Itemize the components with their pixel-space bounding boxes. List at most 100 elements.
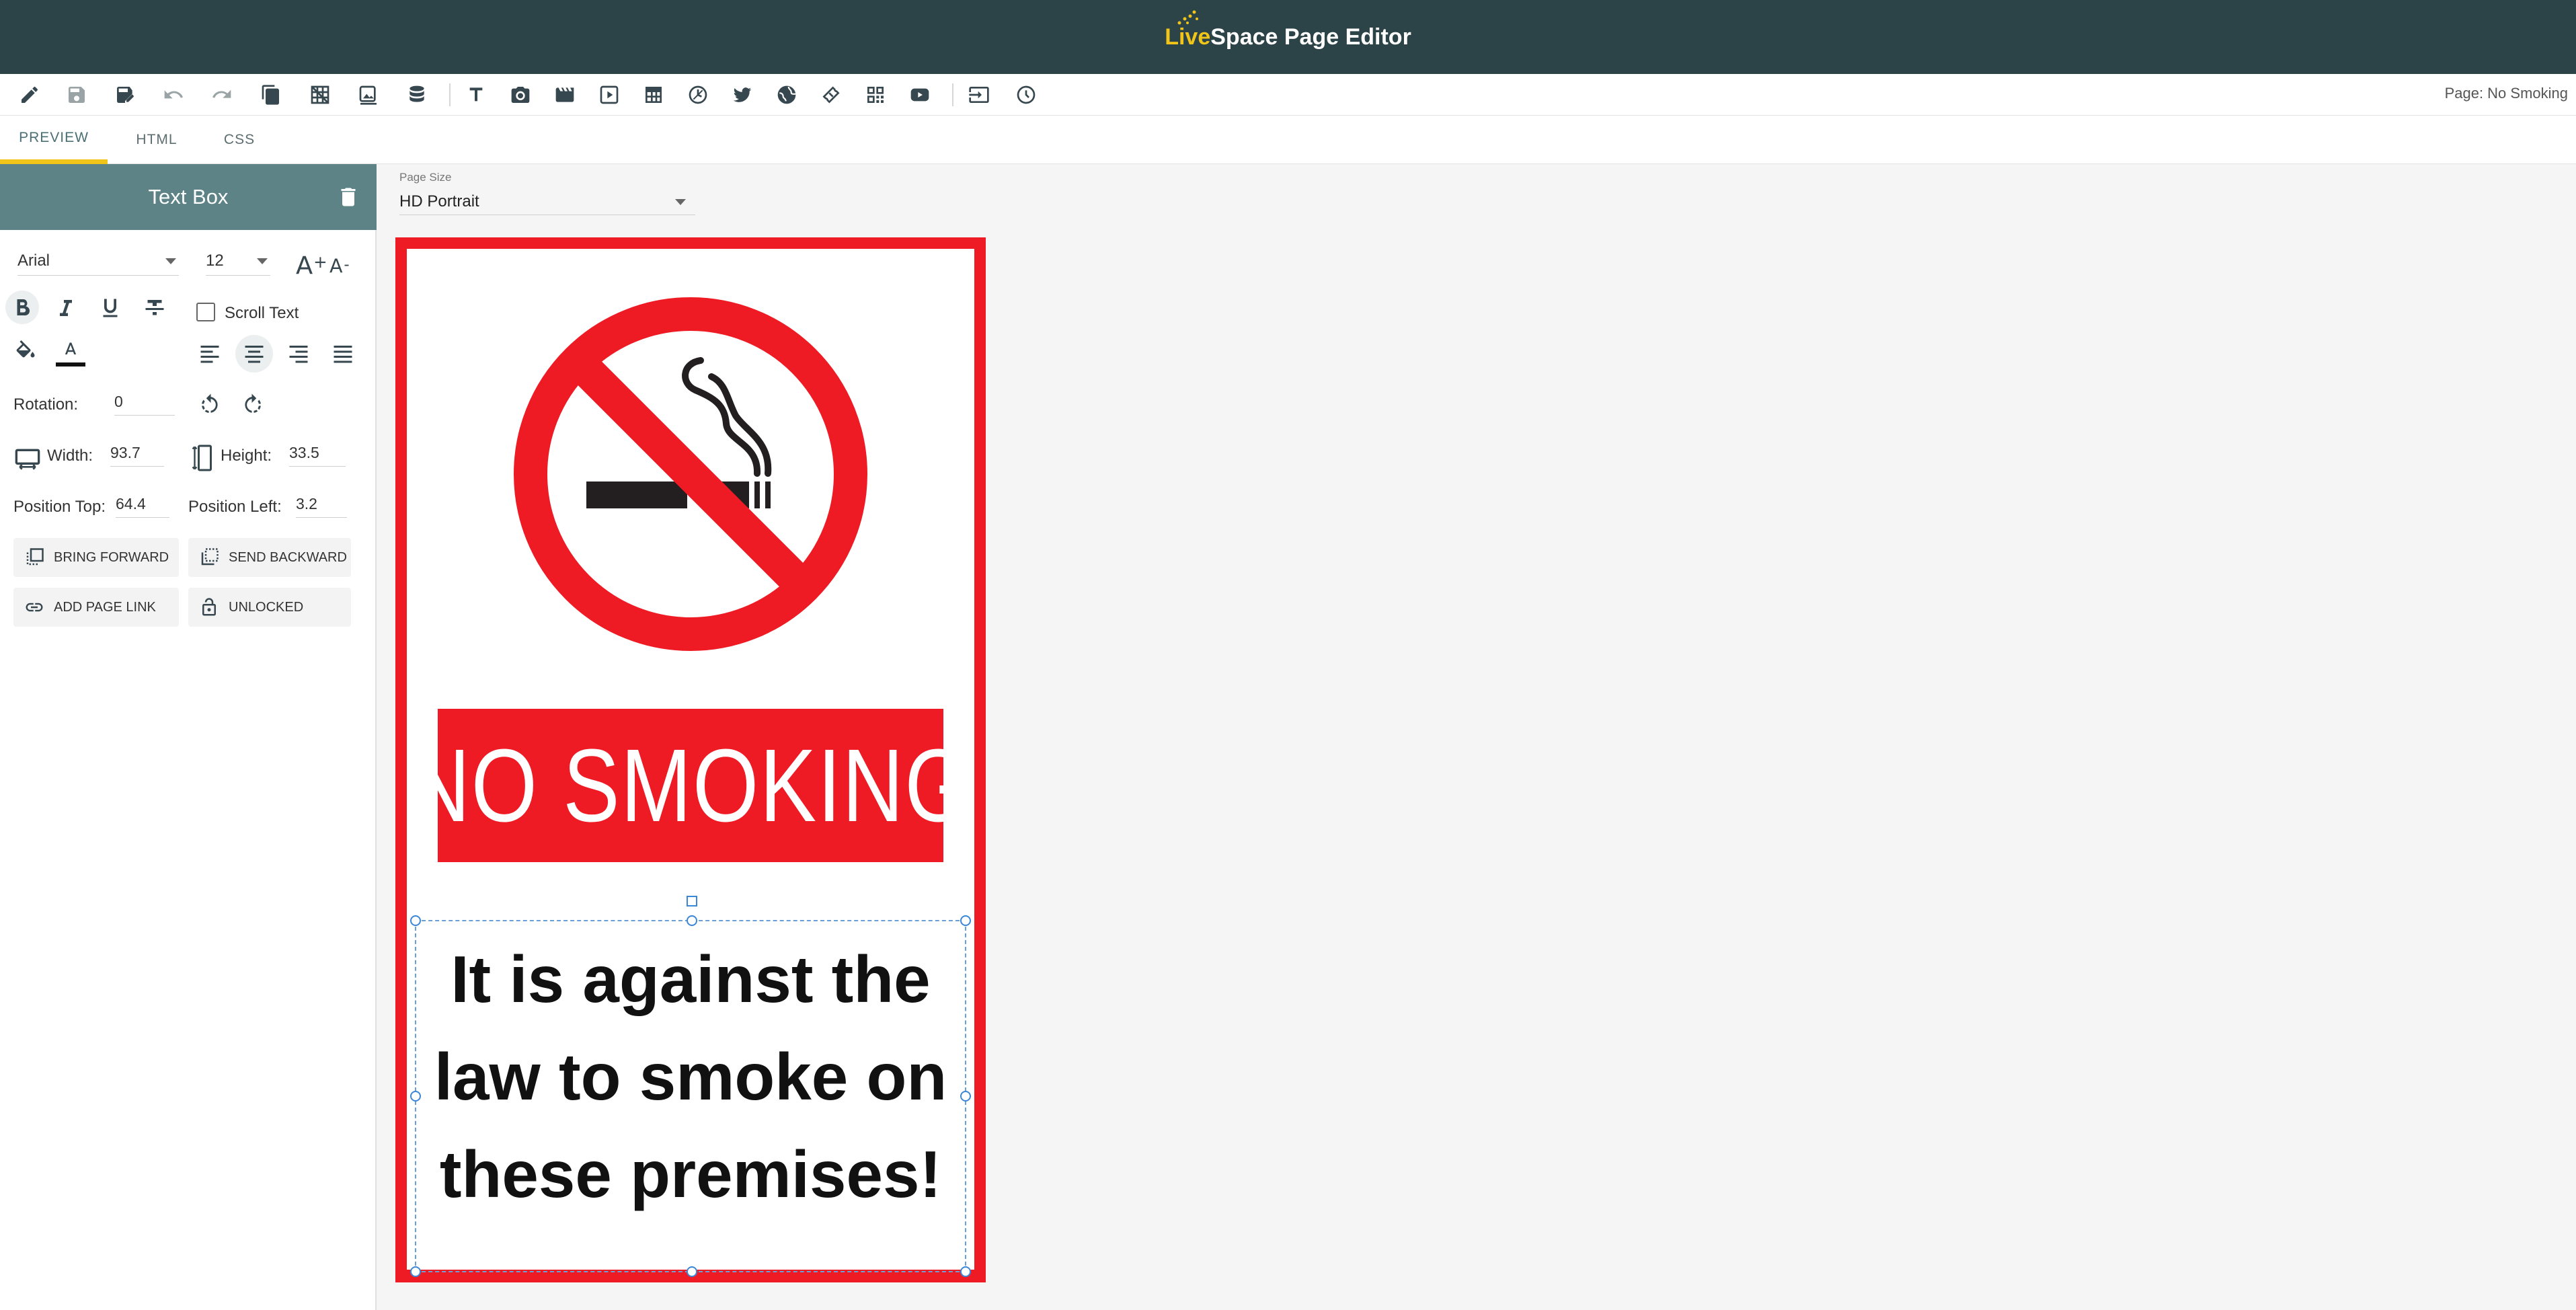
globe-icon[interactable] [775,83,799,107]
text-line-2: law to smoke on [434,1040,947,1114]
position-top-input[interactable]: 64.4 [116,495,169,518]
edit-icon[interactable] [17,83,42,107]
video-clip-icon[interactable] [553,83,577,107]
resize-handle-se[interactable] [960,1266,971,1277]
position-left-input[interactable]: 3.2 [296,495,347,518]
add-page-link-button[interactable]: ADD PAGE LINK [13,588,179,627]
save-as-icon[interactable] [113,83,137,107]
font-size-value: 12 [206,252,224,270]
app-header: Live Space Page Editor [0,0,2576,74]
qr-code-icon[interactable] [863,83,888,107]
fill-color-icon[interactable] [11,338,40,367]
send-backward-icon [201,548,219,566]
undo-icon[interactable] [161,83,186,107]
copy-page-icon[interactable] [259,83,283,107]
page-canvas[interactable]: NO SMOKING It is against the law to smok… [395,237,986,1282]
resize-handle-n[interactable] [687,915,697,926]
align-right-icon[interactable] [284,339,313,369]
toolbar-divider [952,83,953,106]
resize-handle-ne[interactable] [960,915,971,926]
font-family-select[interactable]: Arial [17,252,179,276]
tab-css[interactable]: CSS [206,116,273,164]
tab-preview[interactable]: PREVIEW [0,116,108,164]
page-name-label: Page: No Smoking [2444,85,2568,102]
rotate-left-icon[interactable] [194,389,226,421]
logo-sparkle-icon [1177,10,1199,24]
align-center-icon[interactable] [235,335,273,373]
database-icon[interactable] [405,83,429,107]
selected-text-box[interactable]: It is against the law to smoke on these … [410,896,971,1277]
height-icon [188,440,215,476]
bring-forward-button[interactable]: BRING FORWARD [13,538,179,577]
width-input[interactable]: 93.7 [110,444,164,467]
align-justify-icon[interactable] [328,339,358,369]
grid-icon[interactable] [308,83,332,107]
resize-handle-s[interactable] [687,1266,697,1277]
chevron-down-icon [257,258,268,264]
rotate-right-icon[interactable] [237,389,269,421]
redo-icon[interactable] [210,83,234,107]
trash-icon[interactable] [336,184,360,210]
no-smoking-banner[interactable]: NO SMOKING [409,709,971,862]
lock-toggle-button[interactable]: UNLOCKED [188,588,351,627]
youtube-icon[interactable] [908,83,932,107]
toolbar-divider [449,83,451,106]
italic-icon[interactable] [51,293,81,323]
resize-handle-e[interactable] [960,1091,971,1102]
bring-forward-icon [26,548,44,566]
twitter-icon[interactable] [730,83,754,107]
scroll-text-label: Scroll Text [225,304,299,322]
tab-html[interactable]: HTML [120,116,194,164]
position-top-label: Position Top: [13,498,106,516]
panel-header: Text Box [0,164,377,230]
font-family-value: Arial [17,252,50,270]
clock-widget-icon[interactable] [686,83,710,107]
text-icon[interactable] [464,83,488,107]
rotation-input[interactable]: 0 [114,393,175,416]
underline-icon[interactable] [95,293,125,323]
link-icon [26,603,43,612]
resize-handle-nw[interactable] [410,915,421,926]
save-icon[interactable] [65,83,89,107]
page-size-value: HD Portrait [399,192,479,210]
properties-panel: Text Box Arial 12 A + A- Scroll Text Rota… [0,164,377,1310]
resize-handle-sw[interactable] [410,1266,421,1277]
send-backward-button[interactable]: SEND BACKWARD [188,538,351,577]
position-left-label: Position Left: [188,498,282,516]
resize-handle-w[interactable] [410,1091,421,1102]
text-box-content[interactable]: It is against the law to smoke on these … [416,931,965,1223]
bring-forward-label: BRING FORWARD [54,549,169,565]
page-size-label: Page Size [399,171,452,184]
input-icon[interactable] [967,83,991,107]
strikethrough-icon[interactable] [140,293,169,323]
image-edit-icon[interactable] [356,83,381,107]
text-color-icon[interactable] [54,336,87,371]
editor-tabs [0,116,2576,164]
svg-text:A: A [296,251,313,278]
align-left-icon[interactable] [195,339,225,369]
text-line-3: these premises! [439,1137,942,1211]
schedule-icon[interactable] [1014,83,1038,107]
app-title: Live Space Page Editor [1165,10,1411,50]
add-page-link-label: ADD PAGE LINK [54,599,156,615]
no-smoking-icon[interactable] [512,296,869,652]
camera-icon[interactable] [508,83,533,107]
svg-text:-: - [344,256,349,274]
table-icon[interactable] [641,83,666,107]
play-icon[interactable] [597,83,621,107]
svg-text:+: + [313,252,327,272]
brand-rest: Space Page Editor [1210,24,1411,50]
font-size-select[interactable]: 12 [206,252,270,276]
ticket-icon[interactable] [819,83,843,107]
unlocked-label: UNLOCKED [229,599,304,615]
height-input[interactable]: 33.5 [289,444,346,467]
scroll-text-checkbox[interactable] [196,303,215,321]
text-color-swatch [56,362,85,367]
page-size-select[interactable]: HD Portrait [399,192,695,215]
chevron-down-icon [165,258,176,264]
font-increase-icon[interactable]: A + [296,249,327,278]
rotate-handle[interactable] [687,896,697,907]
font-decrease-icon[interactable]: A- [329,252,356,278]
bold-icon[interactable] [5,291,39,324]
width-label: Width: [47,447,93,465]
